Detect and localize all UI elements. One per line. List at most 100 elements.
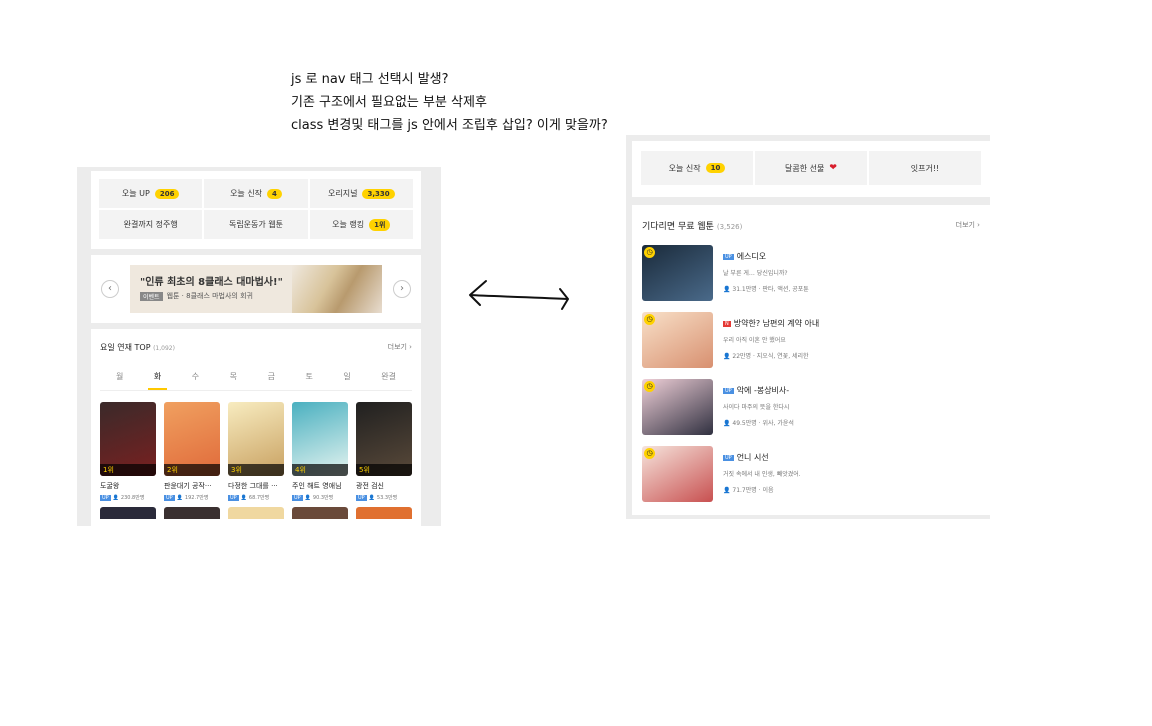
question-notes: js 로 nav 태그 선택시 발생? 기존 구조에서 필요없는 부분 삭제후 … [291, 68, 608, 137]
tab-fri[interactable]: 금 [262, 365, 281, 390]
tag-badge: UP [723, 253, 734, 260]
tag-badge: N [723, 320, 731, 327]
webtoon-name-row: UP 언니 시선 [723, 452, 801, 463]
comic-thumbnail: 2위 [164, 402, 220, 476]
webtoon-thumbnail: ◷ [642, 312, 713, 368]
weekday-top-section: 요일 연재 TOP (1,092) 더보기 › 월 화 수 목 금 토 일 완결… [91, 329, 421, 526]
nav-today-ranking[interactable]: 오늘 랭킹 1위 [309, 210, 413, 239]
tab-tue[interactable]: 화 [147, 365, 168, 390]
nav-today-up[interactable]: 오늘 UP 206 [99, 179, 203, 208]
webtoon-name-row: N 방약한? 남편의 계약 아내 [723, 318, 819, 329]
webtoon-meta: 👤 22만명 · 지오식, 연꽃, 세리한 [723, 351, 819, 360]
nav-today-new[interactable]: 오늘 신작 4 [204, 179, 308, 208]
comic-list: 1위 도굴왕 UP 👤 230.8만명 2위 판윤대기 공작··· UP 👤 192.7만명 3위 다… [100, 402, 412, 501]
more-link[interactable]: 더보기 › [388, 342, 412, 352]
nav-itpeugeo[interactable]: 잇프거!! [869, 151, 981, 185]
comic-thumbnail[interactable] [100, 507, 156, 519]
banner-title: "인류 최초의 8클래스 대마법사!" [140, 277, 283, 288]
tab-mon[interactable]: 월 [110, 365, 129, 390]
webtoon-thumbnail: ◷ [642, 379, 713, 435]
person-icon: 👤 [723, 286, 733, 293]
webtoon-meta: 👤 49.5만명 · 위사, 가윤석 [723, 418, 794, 427]
list-item[interactable]: ◷ UP 악에 -봉상비사- 사이다 마주의 뜻을 한다시 👤 49.5만명 · 위사,… [642, 379, 980, 446]
note-line-1: js 로 nav 태그 선택시 발생? [291, 72, 449, 87]
rank-label: 2위 [164, 464, 220, 476]
comic-thumbnail[interactable] [292, 507, 348, 519]
webtoon-desc: 날 부른 게… 당신입니까? [723, 270, 788, 277]
comic-views: UP 👤 53.3만명 [356, 494, 412, 501]
banner-slide[interactable]: "인류 최초의 8클래스 대마법사!" 이벤트 웹툰 · 8클래스 마법사의 회… [130, 265, 382, 313]
comic-card[interactable]: 1위 도굴왕 UP 👤 230.8만명 [100, 402, 156, 501]
comic-title: 판윤대기 공작··· [164, 482, 212, 490]
tab-thu[interactable]: 목 [224, 365, 243, 390]
banner-next-button[interactable]: › [393, 280, 411, 298]
comic-thumbnail[interactable] [356, 507, 412, 519]
comic-thumbnail: 3위 [228, 402, 284, 476]
comic-list-row2 [100, 507, 412, 519]
clock-icon: ◷ [644, 448, 655, 459]
person-icon: 👤 [723, 487, 733, 494]
section-title: 기다리면 무료 웹툰 [642, 221, 714, 232]
rank-label: 3위 [228, 464, 284, 476]
comic-views: UP 👤 90.3만명 [292, 494, 348, 501]
comic-thumbnail[interactable] [164, 507, 220, 519]
comic-card[interactable]: 2위판윤대기 공작··· UP 👤 192.7만명 [164, 402, 220, 501]
tab-sun[interactable]: 일 [337, 365, 356, 390]
nav-label: 오늘 신작 [668, 163, 701, 173]
webtoon-meta: 👤 31.1만명 · 판타, 액션, 공포툰 [723, 284, 809, 293]
webtoon-desc: 거짓 속에서 내 인생, 빼앗겼어. [723, 471, 801, 478]
views-count: 192.7만명 [184, 495, 209, 501]
webtoon-name: 방약한? 남편의 계약 아내 [733, 319, 820, 328]
list-item[interactable]: ◷ UP 언니 시선거짓 속에서 내 인생, 빼앗겼어. 👤 71.7만명 · 이음 [642, 446, 980, 513]
nav-label: 독립운동가 웹툰 [228, 220, 284, 229]
day-tabs: 월 화 수 목 금 토 일 완결 [100, 365, 412, 391]
list-item[interactable]: ◷ N 방약한? 남편의 계약 아내 우리 아직 이혼 안 했어요 👤 22만명 · 지… [642, 312, 980, 379]
count-badge: 10 [705, 163, 726, 173]
comic-views: UP 👤 230.8만명 [100, 494, 156, 501]
section-count: (1,092) [153, 344, 175, 352]
note-line-3: class 변경및 태그를 js 안에서 조립후 삽입? 이게 맞을까? [291, 118, 608, 133]
webtoon-thumbnail: ◷ [642, 245, 713, 301]
comic-card[interactable]: 5위 광전 검신 UP 👤 53.3만명 [356, 402, 412, 501]
person-icon: 👤 [176, 494, 183, 501]
comic-thumbnail[interactable] [228, 507, 284, 519]
count-badge: 206 [154, 188, 180, 199]
banner-artwork [292, 265, 382, 313]
more-link[interactable]: 더보기 › [956, 220, 980, 230]
nav-binge-complete[interactable]: 완결까지 정주행 [99, 210, 203, 239]
comic-thumbnail: 4위 [292, 402, 348, 476]
views-count: 53.3만명 [376, 495, 398, 501]
comic-views: UP 👤 68.7만명 [228, 494, 284, 501]
tab-completed[interactable]: 완결 [375, 365, 402, 390]
comic-card[interactable]: 3위다정한 그대를 ··· UP 👤 68.7만명 [228, 402, 284, 501]
comic-title: 주인 해트 영애님 [292, 482, 342, 490]
person-icon: 👤 [723, 420, 733, 427]
comic-views: UP 👤 192.7만명 [164, 494, 220, 501]
note-line-2: 기존 구조에서 필요없는 부분 삭제후 [291, 95, 487, 110]
views-count: 90.3만명 [312, 495, 334, 501]
nav-sweet-gift[interactable]: 달콤한 선물 ❤ [755, 151, 867, 185]
free-webtoon-list: ◷ UP 에스디오 날 부른 게… 당신입니까? 👤 31.1만명 · 판타, 액션, … [642, 245, 980, 513]
nav-original[interactable]: 오리지널 3,330 [309, 179, 413, 208]
modified-layout-panel: 오늘 신작 10 달콤한 선물 ❤ 잇프거!! 기다리면 무료 웹툰 (3,526)… [626, 135, 990, 519]
comic-card[interactable]: 4위주인 해트 영애님 UP 👤 90.3만명 [292, 402, 348, 501]
banner-prev-button[interactable]: ‹ [101, 280, 119, 298]
person-icon: 👤 [368, 494, 375, 501]
comic-thumbnail: 1위 [100, 402, 156, 476]
tab-wed[interactable]: 수 [186, 365, 205, 390]
webtoon-thumbnail: ◷ [642, 446, 713, 502]
section-count: (3,526) [716, 222, 743, 231]
comic-title: 광전 검신 [356, 482, 384, 490]
category-nav: 오늘 UP 206 오늘 신작 4 오리지널 3,330 완결까지 정주행 독립운동가… [91, 171, 421, 249]
up-badge: UP [164, 494, 175, 501]
webtoon-name-row: UP 악에 -봉상비사- [723, 385, 794, 396]
tab-sat[interactable]: 토 [299, 365, 318, 390]
up-badge: UP [100, 494, 111, 501]
list-item[interactable]: ◷ UP 에스디오 날 부른 게… 당신입니까? 👤 31.1만명 · 판타, 액션, … [642, 245, 980, 312]
up-badge: UP [292, 494, 303, 501]
nav-independence-webtoon[interactable]: 독립운동가 웹툰 [204, 210, 308, 239]
nav-today-new[interactable]: 오늘 신작 10 [641, 151, 753, 185]
banner-subtitle: 이벤트 웹툰 · 8클래스 마법사의 회귀 [140, 291, 253, 301]
comic-title: 다정한 그대를 ··· [228, 482, 278, 490]
webtoon-meta-text: 71.7만명 · 이음 [732, 487, 774, 494]
